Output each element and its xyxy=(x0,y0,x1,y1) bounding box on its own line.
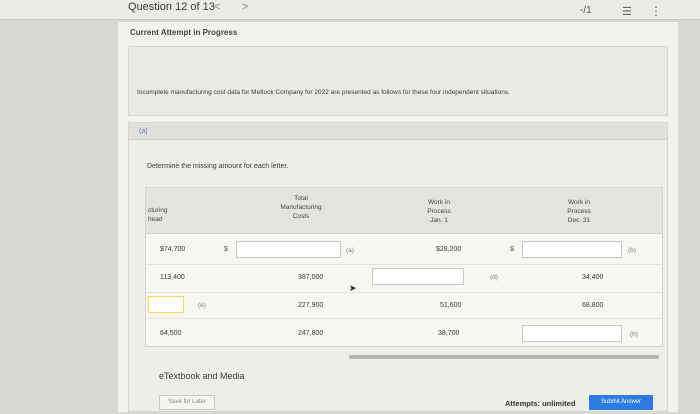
header-wip-jan: Work in Process Jan. 1 xyxy=(427,199,451,224)
intro-text: Incomplete manufacturing cost data for M… xyxy=(137,89,510,96)
row3-wip-dec: 68,800 xyxy=(582,302,604,309)
row1-dollar-sign-2: $ xyxy=(510,246,514,253)
part-header: (a) xyxy=(129,123,667,140)
instruction-text: Determine the missing amount for each le… xyxy=(147,163,289,170)
attempt-status: Current Attempt in Progress xyxy=(130,28,238,37)
row2-total-costs: 387,000 xyxy=(298,274,324,281)
row2-overhead: 113,400 xyxy=(160,274,185,281)
header-overhead: cturing head xyxy=(148,207,168,223)
row-divider xyxy=(146,264,662,265)
table-header: cturing head Total Manufacturing Costs W… xyxy=(146,188,662,234)
more-options-icon[interactable]: ⋮ xyxy=(650,4,662,18)
horizontal-scrollbar[interactable] xyxy=(349,355,659,359)
letter-a: (a) xyxy=(346,247,354,254)
header-wip-dec: Work in Process Dec. 31 xyxy=(567,199,591,224)
input-d[interactable] xyxy=(372,268,464,285)
row4-overhead: 64,500 xyxy=(160,330,182,337)
part-a-panel: (a) Determine the missing amount for eac… xyxy=(128,122,668,412)
question-list-icon[interactable]: ☰ xyxy=(622,5,632,18)
header-total-manufacturing-costs: Total Manufacturing Costs xyxy=(280,195,322,220)
row4-total-costs: 247,800 xyxy=(298,330,324,337)
top-toolbar: Question 12 of 13 < > -/1 ☰ ⋮ xyxy=(0,0,700,20)
row3-wip-jan: 51,600 xyxy=(440,302,462,309)
score-display: -/1 xyxy=(580,5,592,16)
row4-wip-jan: 38,700 xyxy=(438,330,460,337)
input-e[interactable] xyxy=(148,296,184,313)
question-page: Current Attempt in Progress Incomplete m… xyxy=(118,22,678,412)
input-b[interactable] xyxy=(522,241,622,258)
next-question-icon[interactable]: > xyxy=(242,1,248,13)
row-divider xyxy=(146,318,662,319)
row1-overhead: $74,700 xyxy=(160,246,186,253)
mouse-cursor-icon: ➤ xyxy=(349,283,357,293)
submit-answer-button[interactable]: Submit Answer xyxy=(589,395,653,410)
row2-wip-dec: 34,400 xyxy=(582,274,604,281)
letter-d: (d) xyxy=(490,274,498,281)
input-h[interactable] xyxy=(522,325,622,342)
previous-question-icon[interactable]: < xyxy=(214,1,220,13)
save-for-later-button[interactable]: Save for Later xyxy=(159,395,215,410)
letter-h: (h) xyxy=(630,331,638,338)
question-counter: Question 12 of 13 xyxy=(128,1,215,13)
row1-dollar-sign: $ xyxy=(224,246,228,253)
row3-total-costs: 227,900 xyxy=(298,302,324,309)
part-label: (a) xyxy=(139,128,148,135)
letter-b: (b) xyxy=(628,247,636,254)
cost-data-table: cturing head Total Manufacturing Costs W… xyxy=(145,187,663,347)
letter-e: (e) xyxy=(198,302,206,309)
row-divider xyxy=(146,292,662,293)
etextbook-link[interactable]: eTextbook and Media xyxy=(159,371,245,381)
row1-wip-jan: $28,200 xyxy=(436,246,462,253)
input-a[interactable] xyxy=(236,241,341,258)
intro-panel: Incomplete manufacturing cost data for M… xyxy=(128,46,668,116)
attempts-label: Attempts: unlimited xyxy=(505,399,576,408)
